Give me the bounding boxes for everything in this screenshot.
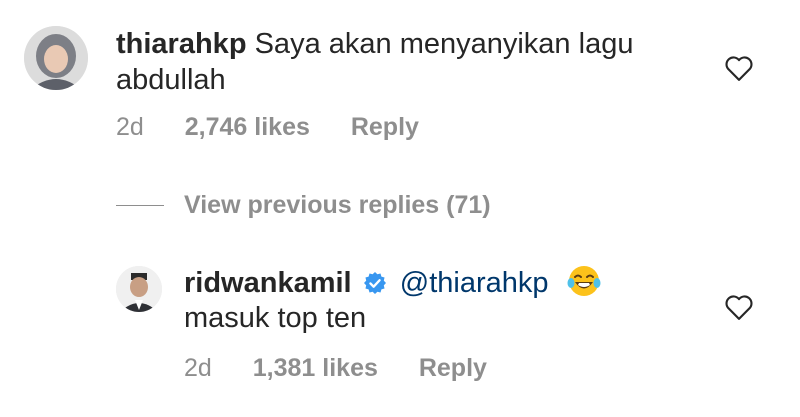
mention-link[interactable]: @thiarahkp: [400, 267, 549, 299]
timestamp[interactable]: 2d: [184, 354, 212, 382]
avatar[interactable]: [116, 266, 162, 312]
reply-button[interactable]: Reply: [351, 113, 419, 141]
comment-meta: 2d 1,381 likes Reply: [184, 354, 521, 383]
comment-text: masuk top ten: [184, 302, 367, 334]
avatar-photo: [116, 266, 162, 312]
divider-line: [116, 204, 164, 206]
view-previous-replies[interactable]: View previous replies (71): [116, 188, 491, 222]
laughing-tears-emoji-icon: [567, 266, 601, 296]
username[interactable]: ridwankamil: [184, 267, 352, 299]
likes-count[interactable]: 1,381 likes: [253, 354, 378, 382]
verified-badge-icon: [363, 272, 386, 294]
heart-icon[interactable]: [724, 293, 754, 321]
comment-text-line2: abdullah: [116, 64, 226, 96]
comment-text: Saya akan menyanyikan lagu: [254, 28, 634, 60]
username[interactable]: thiarahkp: [116, 28, 247, 60]
avatar[interactable]: [24, 26, 88, 90]
heart-icon[interactable]: [724, 54, 754, 82]
view-previous-label: View previous replies (71): [184, 190, 491, 219]
comment-meta: 2d 2,746 likes Reply: [116, 113, 453, 142]
reply-button[interactable]: Reply: [419, 354, 487, 382]
likes-count[interactable]: 2,746 likes: [185, 113, 310, 141]
comment-body: ridwankamil @thiarahkp: [184, 264, 601, 302]
avatar-photo: [24, 26, 88, 90]
comment-body: thiarahkp Saya akan menyanyikan lagu: [116, 26, 633, 63]
timestamp[interactable]: 2d: [116, 113, 144, 141]
